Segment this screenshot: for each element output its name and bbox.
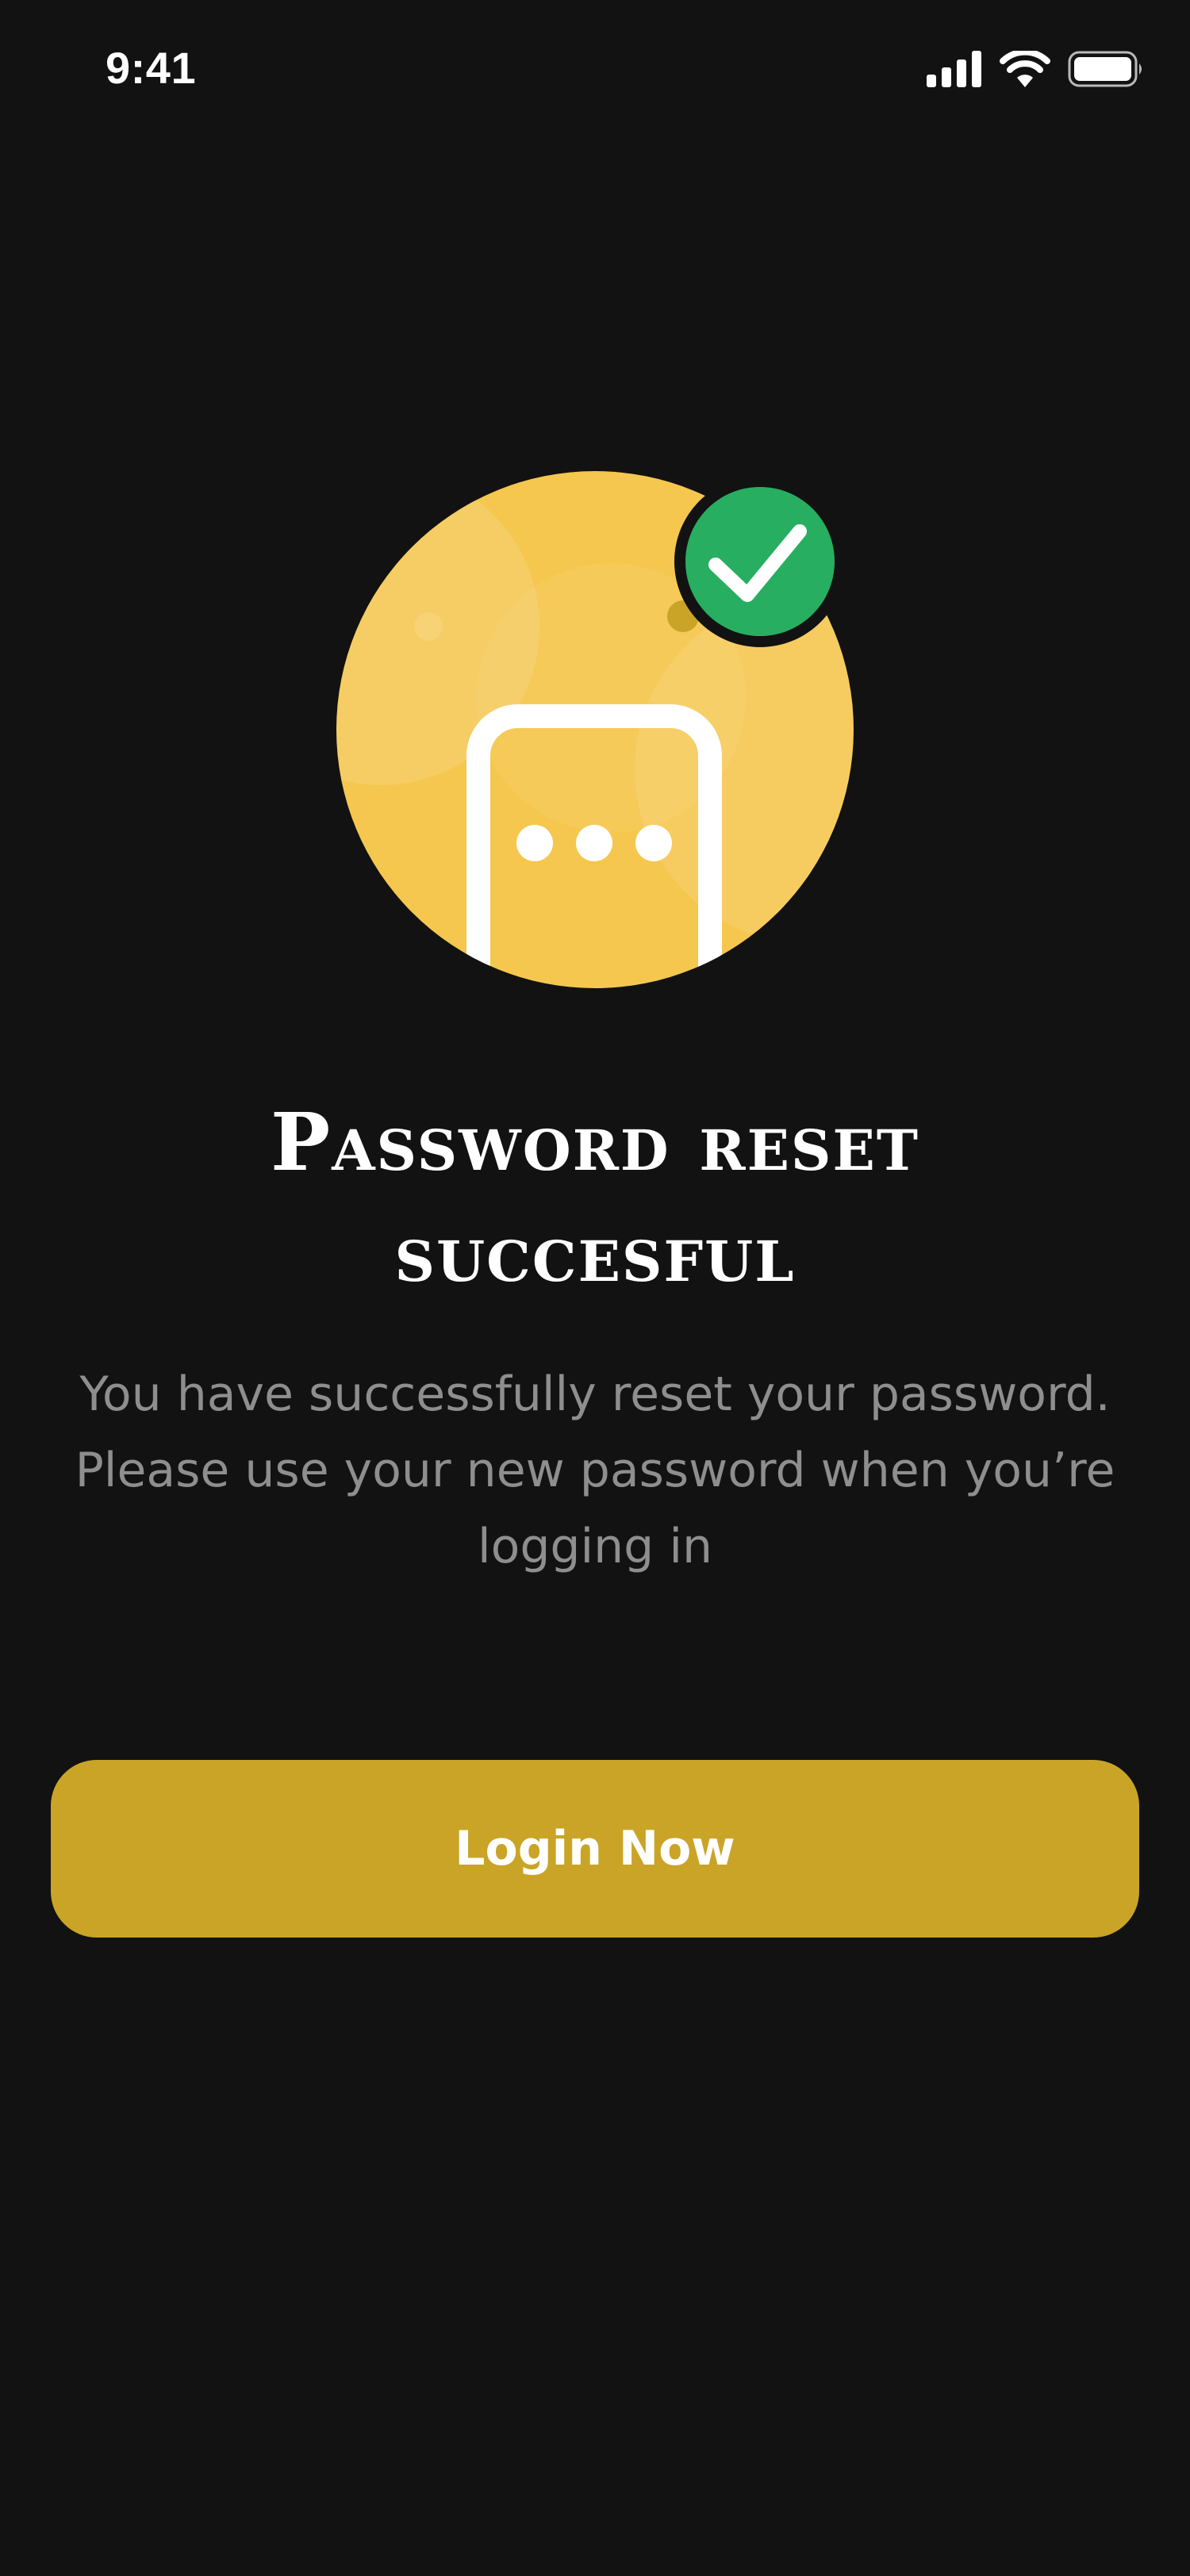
signal-icon <box>927 51 981 87</box>
page-title: Password reset succesful <box>0 1087 1190 1309</box>
wifi-icon <box>1000 51 1050 87</box>
battery-icon <box>1068 51 1142 87</box>
status-time: 9:41 <box>106 43 197 93</box>
status-bar: 9:41 <box>0 0 1190 151</box>
title-line: succesful <box>394 1206 796 1300</box>
message-line: Please use your new password when you’re <box>75 1443 1115 1498</box>
message-line: logging in <box>477 1519 713 1574</box>
status-icons <box>927 51 1144 87</box>
success-message: You have successfully reset your passwor… <box>71 1356 1119 1585</box>
title-line: Password reset <box>271 1095 919 1189</box>
message-line: You have successfully reset your passwor… <box>79 1367 1111 1422</box>
check-icon <box>674 476 846 647</box>
login-now-button[interactable]: Login Now <box>51 1760 1139 1938</box>
